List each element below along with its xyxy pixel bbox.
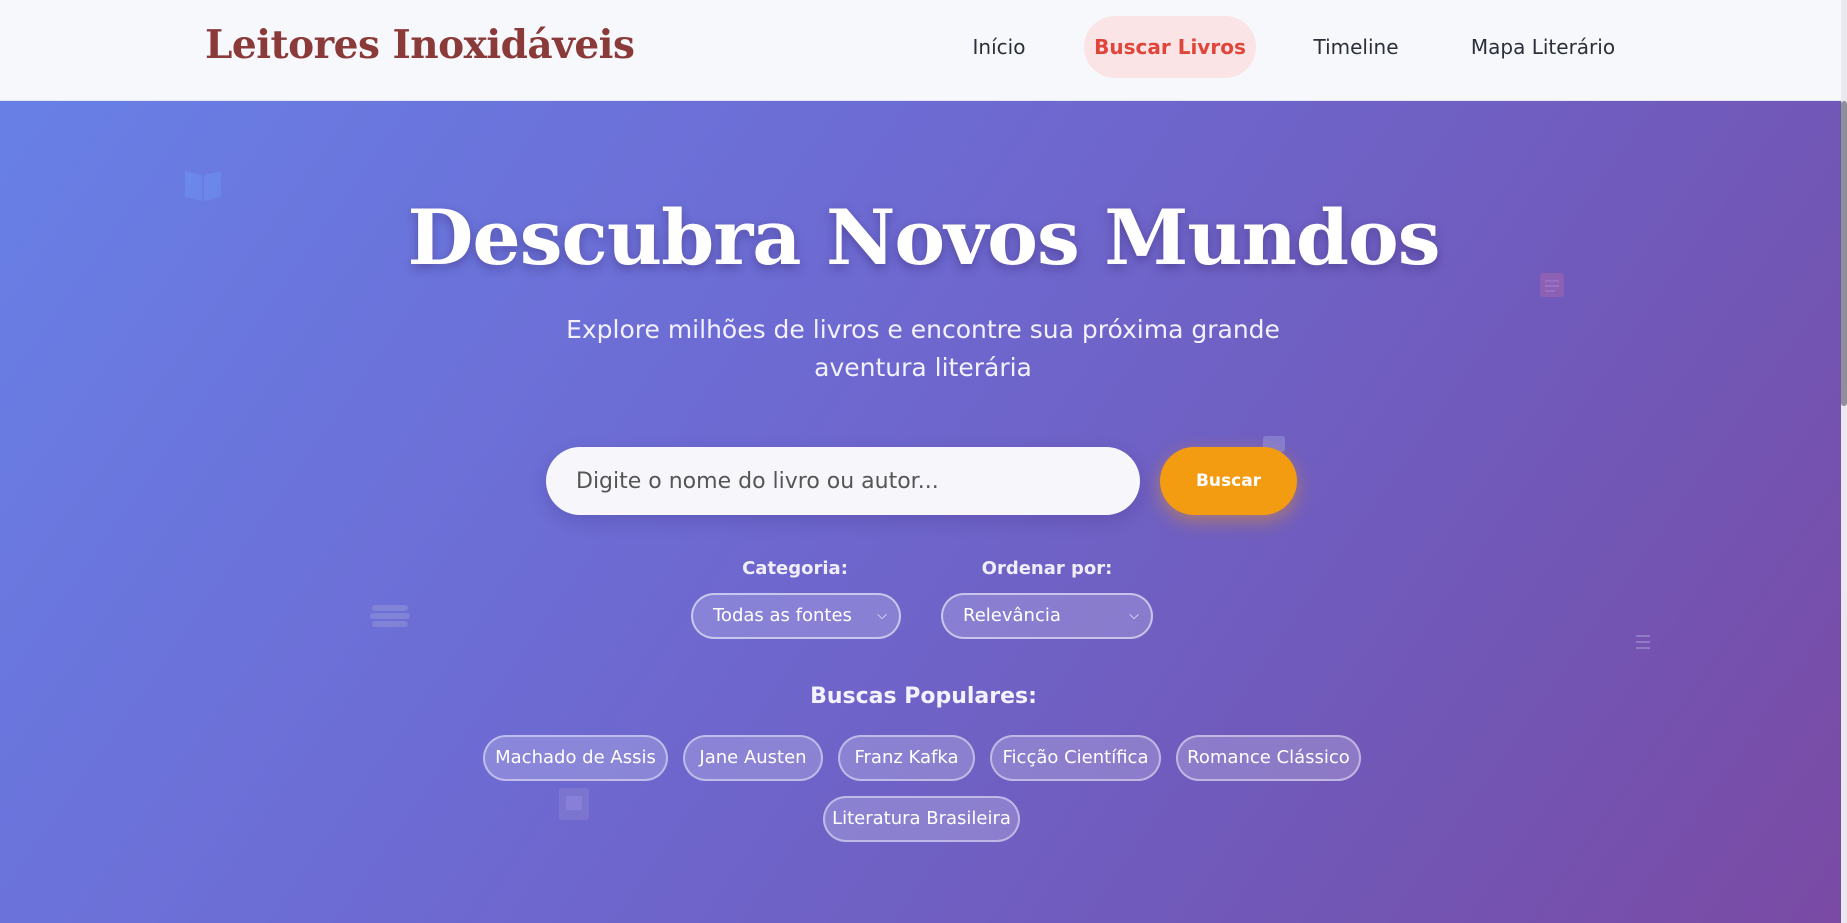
chevron-down-icon: ⌵ bbox=[877, 608, 887, 623]
popular-searches-title: Buscas Populares: bbox=[810, 684, 1037, 709]
popular-chip[interactable]: Romance Clássico bbox=[1176, 735, 1361, 781]
category-select-value: Todas as fontes bbox=[713, 605, 852, 626]
notes-icon bbox=[1636, 635, 1650, 649]
sort-select-value: Relevância bbox=[963, 605, 1061, 626]
popular-chip[interactable]: Franz Kafka bbox=[838, 735, 975, 781]
nav-item-mapa-literario[interactable]: Mapa Literário bbox=[1462, 16, 1624, 78]
sort-select[interactable]: Relevância ⌵ bbox=[941, 593, 1153, 639]
popular-chip[interactable]: Literatura Brasileira bbox=[823, 796, 1020, 842]
popular-chip[interactable]: Ficção Científica bbox=[990, 735, 1161, 781]
main-nav: Início Buscar Livros Timeline Mapa Liter… bbox=[0, 16, 1847, 80]
nav-item-buscar-livros[interactable]: Buscar Livros bbox=[1084, 16, 1256, 78]
search-button[interactable]: Buscar bbox=[1160, 447, 1297, 515]
hero-subtitle: Explore milhões de livros e encontre sua… bbox=[566, 315, 1280, 382]
popular-chip[interactable]: Jane Austen bbox=[683, 735, 823, 781]
category-label: Categoria: bbox=[742, 558, 848, 579]
category-select[interactable]: Todas as fontes ⌵ bbox=[691, 593, 901, 639]
nav-item-inicio[interactable]: Início bbox=[963, 16, 1035, 78]
scrollbar-thumb[interactable] bbox=[1841, 101, 1847, 406]
hero-title: Descubra Novos Mundos bbox=[407, 193, 1441, 282]
popular-chip[interactable]: Machado de Assis bbox=[483, 735, 668, 781]
chevron-down-icon: ⌵ bbox=[1129, 608, 1139, 623]
frame-icon bbox=[559, 788, 589, 820]
stack-of-books-icon bbox=[370, 605, 410, 627]
nav-item-timeline[interactable]: Timeline bbox=[1303, 16, 1409, 78]
search-input[interactable] bbox=[546, 447, 1140, 515]
top-navbar: Leitores Inoxidáveis Início Buscar Livro… bbox=[0, 0, 1847, 101]
hero-section: Descubra Novos Mundos Explore milhões de… bbox=[0, 101, 1847, 923]
sort-label: Ordenar por: bbox=[981, 558, 1113, 579]
